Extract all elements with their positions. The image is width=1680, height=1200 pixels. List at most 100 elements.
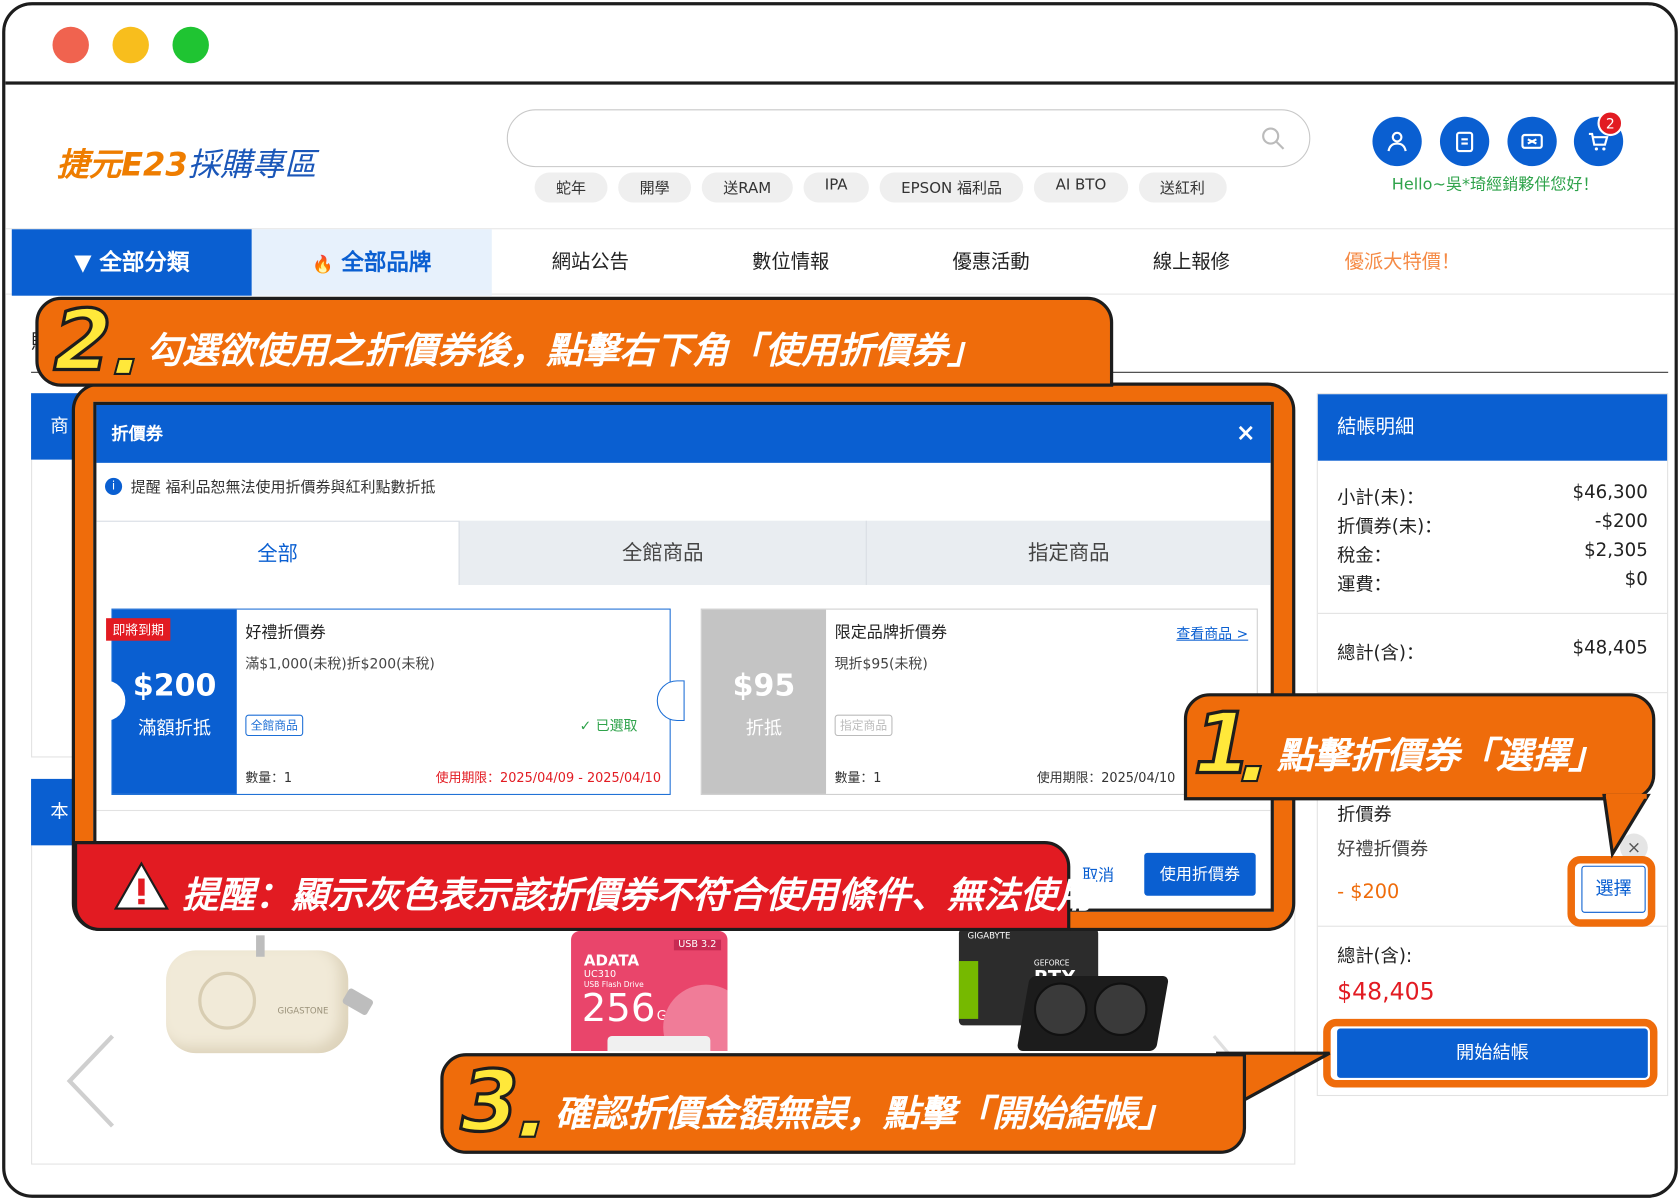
cart-count-badge: 2 xyxy=(1597,110,1624,137)
window-titlebar xyxy=(5,5,1675,85)
coupon-amount: $200 xyxy=(132,667,217,703)
logo-text-e23: E23 xyxy=(121,146,188,185)
hot-tag[interactable]: AI BTO xyxy=(1034,172,1128,203)
coupon-qty: 數量：1 xyxy=(834,770,882,786)
hot-tag[interactable]: IPA xyxy=(803,172,870,203)
step-3-text: 確認折價金額無誤，點擊「開始結帳」 xyxy=(554,1092,1175,1136)
coupons-button[interactable] xyxy=(1507,116,1557,167)
user-icon xyxy=(1387,131,1407,152)
coupon-period: 使用期限：2025/04/10 xyxy=(1036,770,1176,786)
logo-text-main: 捷元 xyxy=(56,146,122,185)
nav-item-repair[interactable]: 線上報修 xyxy=(1153,229,1230,295)
summary-line-value: $46,300 xyxy=(1572,482,1648,504)
account-button[interactable] xyxy=(1372,116,1422,167)
minimize-window-dot[interactable] xyxy=(112,26,149,64)
logo-text-sub: 採購專區 xyxy=(187,146,317,185)
hot-tag[interactable]: EPSON 福利品 xyxy=(879,172,1024,203)
usb-capacity-label: 256 xyxy=(581,986,656,1031)
nav-all-categories[interactable]: ▼ 全部分類 xyxy=(11,229,252,296)
coupon-value-panel: $95 折抵 xyxy=(701,609,827,794)
nav-item-promotions[interactable]: 優惠活動 xyxy=(952,229,1029,295)
modal-notice: i 提醒 福利品恕無法使用折價券與紅利點數折抵 xyxy=(104,476,436,497)
usb-spec-label: USB 3.2 xyxy=(673,939,721,951)
step-3-number: 3 xyxy=(459,1054,520,1151)
main-nav: ▼ 全部分類 🔥 全部品牌 網站公告 數位情報 優惠活動 線上報修 優派大特價！ xyxy=(5,228,1675,296)
carousel-prev-icon[interactable] xyxy=(63,1032,117,1131)
product-gpu-image[interactable]: GIGABYTE GEFORCE RTX xyxy=(958,928,1170,1055)
tab-all[interactable]: 全部 xyxy=(96,520,459,585)
checkout-button-highlight xyxy=(1323,1018,1658,1088)
nav-all-brands-label: 全部品牌 xyxy=(341,249,432,276)
callout-1-pointer xyxy=(1602,793,1651,859)
modal-footer-divider xyxy=(96,809,1271,812)
orders-button[interactable] xyxy=(1439,116,1490,167)
summary-line: 折價券(未)： -$200 xyxy=(1337,511,1648,538)
nav-item-promo[interactable]: 優派大特價！ xyxy=(1345,229,1461,295)
summary-total-label: 總計(含)： xyxy=(1337,642,1425,665)
hot-tags: 蛇年 開學 送RAM IPA EPSON 福利品 AI BTO 送紅利 xyxy=(534,172,1227,203)
maximize-window-dot[interactable] xyxy=(172,26,209,64)
coupon-condition: 現折$95(未稅) xyxy=(834,656,928,673)
step-2-number: 2 xyxy=(52,293,113,390)
close-window-dot[interactable] xyxy=(52,26,89,64)
search-input[interactable] xyxy=(506,109,1311,168)
modal-notice-text: 提醒 福利品恕無法使用折價券與紅利點數折抵 xyxy=(130,478,436,497)
nav-item-announcements[interactable]: 網站公告 xyxy=(552,229,629,295)
coupon-type: 折抵 xyxy=(745,717,783,740)
hot-tag[interactable]: 送紅利 xyxy=(1138,172,1227,203)
nav-all-brands[interactable]: 🔥 全部品牌 xyxy=(251,229,492,296)
greeting-text: Hello~吳*琦經銷夥伴您好！ xyxy=(1391,174,1599,194)
hot-tag[interactable]: 蛇年 xyxy=(534,172,608,203)
coupon-notch xyxy=(656,680,685,722)
coupon-section-label: 折價券 xyxy=(1337,804,1392,827)
tab-designated[interactable]: 指定商品 xyxy=(865,520,1271,585)
gpu-brand-label: GIGABYTE xyxy=(967,931,1011,941)
search-icon[interactable] xyxy=(1260,125,1286,151)
warning-icon xyxy=(113,861,169,910)
view-products-link[interactable]: 查看商品 > xyxy=(1176,622,1248,643)
modal-title: 折價券 xyxy=(111,423,163,444)
product-usb-image[interactable]: USB 3.2 ADATA UC310 USB Flash Drive 256 … xyxy=(571,931,728,1052)
final-total-value: $48,405 xyxy=(1337,979,1435,1007)
coupon-card-selected[interactable]: $200 滿額折抵 即將到期 好禮折價券 滿$1,000(未稅)折$200(未稅… xyxy=(97,608,685,795)
hot-tag[interactable]: 送RAM xyxy=(701,172,793,203)
usb-model-label: UC310 xyxy=(583,969,617,981)
modal-header: 折價券 × xyxy=(96,404,1271,463)
step-1-text: 點擊折價券「選擇」 xyxy=(1277,734,1605,778)
coupon-condition: 滿$1,000(未稅)折$200(未稅) xyxy=(245,656,435,673)
summary-line-label: 小計(未)： xyxy=(1337,487,1425,509)
coupon-modal: 折價券 × i 提醒 福利品恕無法使用折價券與紅利點數折抵 全部 全館商品 指定… xyxy=(93,401,1274,912)
summary-line-label: 運費： xyxy=(1337,574,1392,596)
fire-icon: 🔥 xyxy=(312,253,334,275)
nav-item-digital-info[interactable]: 數位情報 xyxy=(752,229,829,295)
summary-line-label: 折價券(未)： xyxy=(1337,516,1443,538)
coupon-period: 使用期限：2025/04/09 - 2025/04/10 xyxy=(435,770,662,786)
site-logo[interactable]: 捷元E23採購專區 xyxy=(57,138,317,185)
summary-line-label: 稅金： xyxy=(1337,545,1392,567)
coupon-card-unavailable: $95 折抵 限定品牌折價券 查看商品 > 現折$95(未稅) 指定商品 數量：… xyxy=(700,608,1258,795)
coupon-selected-status: ✓ 已選取 xyxy=(579,718,638,735)
summary-total: 總計(含)： $48,405 xyxy=(1337,637,1648,664)
hot-tag[interactable]: 開學 xyxy=(618,172,692,203)
callout-step-2: 2 勾選欲使用之折價券後，點擊右下角「使用折價券」 xyxy=(35,293,1114,390)
expiring-ribbon: 即將到期 xyxy=(106,618,171,641)
coupon-type: 滿額折抵 xyxy=(138,717,212,740)
final-total-label: 總計(含): xyxy=(1337,946,1413,968)
summary-total-value: $48,405 xyxy=(1572,637,1648,659)
summary-line-value: -$200 xyxy=(1594,511,1648,533)
usb-brand-label: ADATA xyxy=(583,952,640,970)
coupon-tabs: 全部 全館商品 指定商品 xyxy=(96,520,1271,585)
apply-coupon-button[interactable]: 使用折價券 xyxy=(1144,852,1256,896)
clipboard-icon xyxy=(1456,131,1474,153)
coupon-name: 限定品牌折價券 xyxy=(834,622,948,642)
ticket-icon xyxy=(1521,133,1543,149)
browser-window: 捷元E23採購專區 蛇年 開學 送RAM IPA EPSON 福利品 AI BT… xyxy=(2,2,1678,1198)
modal-close-icon[interactable]: × xyxy=(1236,405,1256,463)
product-charger-image[interactable]: GIGASTONE xyxy=(166,935,380,1060)
summary-line-value: $0 xyxy=(1624,568,1648,591)
tab-storewide[interactable]: 全館商品 xyxy=(458,520,866,585)
choose-button-highlight xyxy=(1567,856,1656,927)
coupon-qty: 數量：1 xyxy=(245,770,293,786)
gpu-series-label: GEFORCE xyxy=(1033,958,1070,968)
callout-step-1: 1 點擊折價券「選擇」 xyxy=(1183,693,1656,801)
